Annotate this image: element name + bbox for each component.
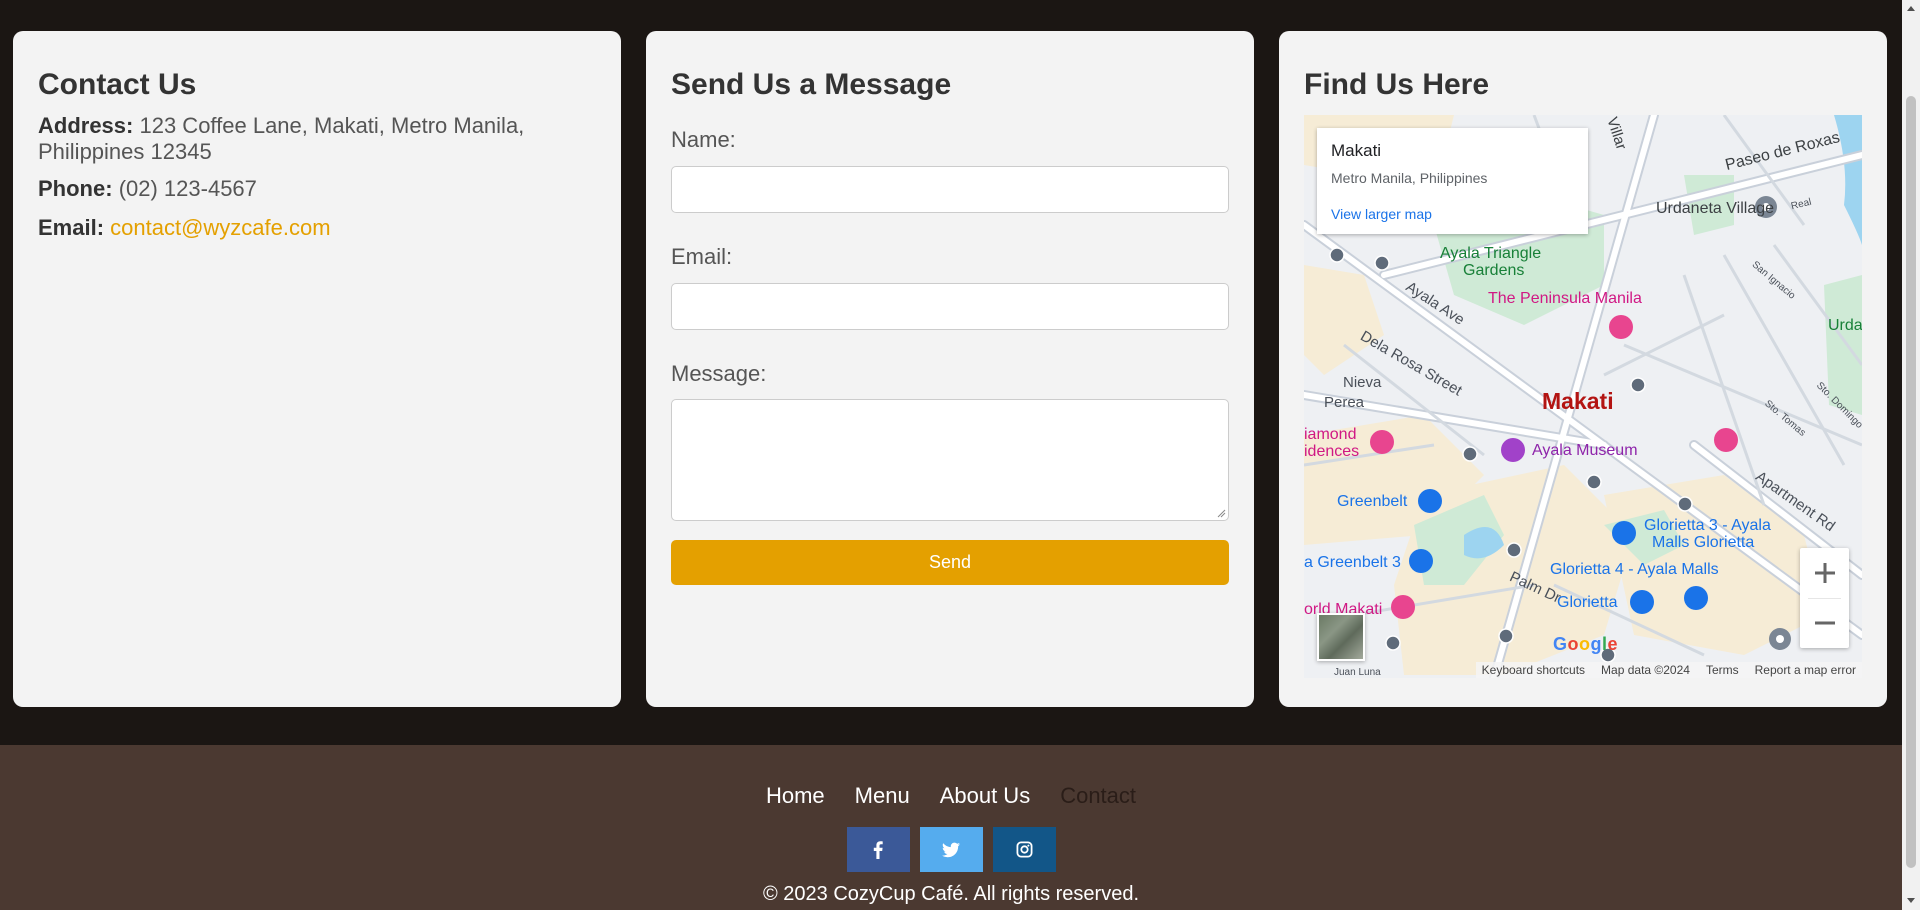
map-label-urda: Urda bbox=[1828, 317, 1862, 334]
main-content: Contact Us Address: 123 Coffee Lane, Mak… bbox=[0, 0, 1902, 745]
plus-icon bbox=[1814, 563, 1835, 583]
map-label-greenbelt: Greenbelt bbox=[1337, 493, 1408, 510]
footer-nav: Home Menu About Us Contact bbox=[0, 783, 1902, 809]
site-footer: Home Menu About Us Contact © 2023 CozyCu… bbox=[0, 745, 1902, 910]
instagram-button[interactable] bbox=[992, 827, 1056, 872]
map-label-ayala-triangle: Ayala Triangle bbox=[1440, 245, 1542, 262]
message-textarea[interactable] bbox=[671, 399, 1229, 521]
minus-icon bbox=[1814, 621, 1835, 625]
scroll-down-icon[interactable] bbox=[1907, 898, 1915, 903]
info-window-region: Metro Manila, Philippines bbox=[1331, 170, 1488, 186]
report-error-link[interactable]: Report a map error bbox=[1755, 663, 1856, 677]
info-window-place: Makati bbox=[1331, 141, 1382, 160]
map-title: Find Us Here bbox=[1304, 68, 1490, 101]
address-label: Address: bbox=[38, 113, 134, 138]
email-input[interactable] bbox=[671, 283, 1229, 330]
map-label-malls-glorietta: Malls Glorietta bbox=[1652, 534, 1755, 551]
map-label-makati: Makati bbox=[1542, 388, 1614, 414]
map-label-ayala-museum: Ayala Museum bbox=[1532, 442, 1638, 459]
zoom-controls bbox=[1800, 548, 1849, 648]
instagram-icon bbox=[1016, 841, 1032, 858]
email-label: Email: bbox=[38, 215, 105, 240]
email-line: Email: contact@wyzcafe.com bbox=[38, 215, 598, 241]
address-line: Address: 123 Coffee Lane, Makati, Metro … bbox=[38, 113, 598, 165]
view-larger-map-link[interactable]: View larger map bbox=[1331, 206, 1432, 222]
message-form-card: Send Us a Message Name: Email: Message: … bbox=[646, 31, 1254, 707]
map-label-nieva: Nieva bbox=[1343, 374, 1382, 391]
map-label-urdaneta-village: Urdaneta Village bbox=[1656, 200, 1775, 217]
keyboard-shortcuts-link[interactable]: Keyboard shortcuts bbox=[1482, 663, 1585, 677]
map-label-diamond: iamond bbox=[1304, 426, 1357, 443]
map-label-peninsula: The Peninsula Manila bbox=[1488, 290, 1642, 307]
google-logo: Google bbox=[1553, 634, 1619, 654]
footer-nav-home[interactable]: Home bbox=[766, 783, 825, 809]
footer-nav-menu[interactable]: Menu bbox=[855, 783, 910, 809]
scroll-up-icon[interactable] bbox=[1907, 6, 1915, 11]
page-scrollbar[interactable] bbox=[1902, 0, 1920, 910]
copyright-text: © 2023 CozyCup Café. All rights reserved… bbox=[762, 883, 1140, 905]
map-label-perea: Perea bbox=[1324, 394, 1365, 411]
zoom-in-button[interactable] bbox=[1800, 548, 1849, 598]
facebook-icon bbox=[873, 840, 883, 859]
map-label-greenbelt3: a Greenbelt 3 bbox=[1304, 554, 1401, 571]
scrollbar-thumb[interactable] bbox=[1906, 96, 1916, 868]
footer-nav-contact[interactable]: Contact bbox=[1060, 783, 1136, 809]
footer-nav-about[interactable]: About Us bbox=[940, 783, 1031, 809]
email-field-label: Email: bbox=[671, 244, 733, 269]
embedded-map[interactable]: Villar Paseo de Roxas Urdaneta Village R… bbox=[1304, 115, 1862, 678]
contact-title: Contact Us bbox=[38, 68, 197, 101]
map-label-glorietta4: Glorietta 4 - Ayala Malls bbox=[1550, 561, 1719, 578]
twitter-icon bbox=[942, 842, 960, 857]
phone-value: (02) 123-4567 bbox=[118, 176, 257, 201]
map-info-window: Makati Metro Manila, Philippines View la… bbox=[1317, 128, 1588, 234]
map-label-idences: idences bbox=[1304, 443, 1360, 460]
contact-card: Contact Us Address: 123 Coffee Lane, Mak… bbox=[13, 31, 621, 707]
social-links bbox=[0, 827, 1902, 872]
send-button[interactable]: Send bbox=[671, 540, 1229, 585]
map-label-juan-luna: Juan Luna bbox=[1334, 667, 1381, 678]
facebook-button[interactable] bbox=[846, 827, 910, 872]
email-link[interactable]: contact@wyzcafe.com bbox=[110, 215, 330, 240]
phone-line: Phone: (02) 123-4567 bbox=[38, 176, 598, 202]
name-input[interactable] bbox=[671, 166, 1229, 213]
map-label-glorietta: Glorietta bbox=[1557, 594, 1618, 611]
message-label: Message: bbox=[671, 361, 767, 386]
form-title: Send Us a Message bbox=[671, 68, 952, 101]
satellite-toggle-button[interactable] bbox=[1317, 613, 1365, 661]
zoom-out-button[interactable] bbox=[1800, 598, 1849, 648]
map-label-glorietta3: Glorietta 3 - Ayala bbox=[1644, 517, 1771, 534]
map-card: Find Us Here Villar Paseo de Roxas Urdan… bbox=[1279, 31, 1887, 707]
map-data-text: Map data ©2024 bbox=[1601, 663, 1690, 677]
name-label: Name: bbox=[671, 127, 736, 152]
map-label-gardens: Gardens bbox=[1463, 262, 1525, 279]
twitter-button[interactable] bbox=[919, 827, 983, 872]
terms-link[interactable]: Terms bbox=[1706, 663, 1739, 677]
map-attribution: Keyboard shortcuts Map data ©2024 Terms … bbox=[1475, 662, 1862, 678]
resize-grip-icon[interactable] bbox=[1216, 508, 1226, 518]
phone-label: Phone: bbox=[38, 176, 113, 201]
